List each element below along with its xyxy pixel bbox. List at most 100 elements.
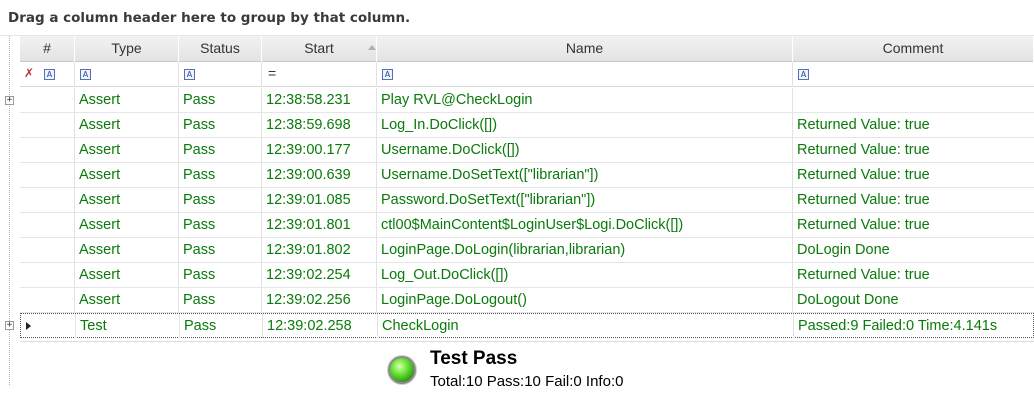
cell-comment[interactable]: DoLogout Done: [793, 288, 1034, 312]
filter-like-icon[interactable]: A: [382, 69, 393, 80]
cell-status[interactable]: Pass: [179, 288, 262, 312]
cell-type[interactable]: Test: [76, 314, 180, 338]
filter-like-icon[interactable]: A: [44, 69, 55, 80]
cell-name[interactable]: Password.DoSetText(["librarian"]): [377, 188, 793, 212]
cell-name[interactable]: Username.DoClick([]): [377, 138, 793, 162]
cell-comment[interactable]: Returned Value: true: [793, 138, 1034, 162]
cell-status[interactable]: Pass: [179, 213, 262, 237]
cell-name[interactable]: LoginPage.DoLogout(): [377, 288, 793, 312]
cell-num[interactable]: [20, 288, 75, 312]
cell-type[interactable]: Assert: [75, 113, 179, 137]
cell-num[interactable]: [20, 238, 75, 262]
table-row[interactable]: Assert Pass 12:38:59.698 Log_In.DoClick([])…: [20, 113, 1034, 138]
cell-comment[interactable]: DoLogin Done: [793, 238, 1034, 262]
cell-name[interactable]: Play RVL@CheckLogin: [377, 88, 793, 112]
pin-icon: ✗: [24, 66, 35, 80]
cell-status[interactable]: Pass: [180, 314, 263, 338]
cell-name[interactable]: CheckLogin: [378, 314, 794, 338]
cell-status[interactable]: Pass: [179, 138, 262, 162]
filter-like-icon[interactable]: A: [80, 69, 91, 80]
cell-comment[interactable]: Returned Value: true: [793, 263, 1034, 287]
cell-type[interactable]: Assert: [75, 163, 179, 187]
column-header-start[interactable]: Start: [262, 36, 377, 62]
cell-start[interactable]: 12:39:01.801: [262, 213, 377, 237]
cell-num[interactable]: [20, 138, 75, 162]
cell-start[interactable]: 12:39:02.254: [262, 263, 377, 287]
cell-start[interactable]: 12:39:01.802: [262, 238, 377, 262]
cell-type[interactable]: Assert: [75, 288, 179, 312]
cell-status[interactable]: Pass: [179, 163, 262, 187]
cell-start[interactable]: 12:39:02.258: [263, 314, 378, 338]
column-header-num[interactable]: #: [20, 36, 75, 62]
table-row[interactable]: Assert Pass 12:39:00.639 Username.DoSetText…: [20, 163, 1034, 188]
cell-start[interactable]: 12:38:59.698: [262, 113, 377, 137]
cell-num[interactable]: [20, 213, 75, 237]
summary-details: Total:10 Pass:10 Fail:0 Info:0: [430, 373, 624, 390]
filter-like-icon[interactable]: A: [184, 69, 195, 80]
cell-comment[interactable]: Returned Value: true: [793, 188, 1034, 212]
cell-status[interactable]: Pass: [179, 188, 262, 212]
cell-comment[interactable]: [793, 88, 1034, 112]
cell-num[interactable]: [20, 113, 75, 137]
table-row[interactable]: Test Pass 12:39:02.258 CheckLogin Passed:9 F…: [20, 313, 1034, 338]
cell-type[interactable]: Assert: [75, 263, 179, 287]
column-header-name[interactable]: Name: [377, 36, 793, 62]
cell-comment[interactable]: Returned Value: true: [793, 163, 1034, 187]
cell-start[interactable]: 12:39:01.085: [262, 188, 377, 212]
cell-type[interactable]: Assert: [75, 188, 179, 212]
table-row[interactable]: Assert Pass 12:38:58.231 Play RVL@CheckLogi…: [20, 88, 1034, 113]
table-row[interactable]: Assert Pass 12:39:02.254 Log_Out.DoClick([]…: [20, 263, 1034, 288]
expand-row-1-icon[interactable]: +: [5, 96, 14, 105]
cell-start[interactable]: 12:39:00.639: [262, 163, 377, 187]
filter-cell-type[interactable]: A: [75, 62, 179, 87]
table-row[interactable]: Assert Pass 12:39:01.801 ctl00$MainContent$…: [20, 213, 1034, 238]
tree-gutter: [0, 36, 20, 409]
cell-type[interactable]: Assert: [75, 213, 179, 237]
sort-ascending-icon: [368, 45, 376, 50]
filter-cell-start[interactable]: =: [262, 62, 377, 87]
column-header-type[interactable]: Type: [75, 36, 179, 62]
filter-cell-num[interactable]: ✗ A: [20, 62, 75, 87]
table-row[interactable]: Assert Pass 12:39:01.085 Password.DoSetText…: [20, 188, 1034, 213]
cell-num[interactable]: [20, 88, 75, 112]
column-header-comment[interactable]: Comment: [793, 36, 1034, 62]
cell-name[interactable]: Log_Out.DoClick([]): [377, 263, 793, 287]
cell-status[interactable]: Pass: [179, 263, 262, 287]
cell-status[interactable]: Pass: [179, 238, 262, 262]
group-by-panel[interactable]: Drag a column header here to group by th…: [0, 0, 1034, 36]
status-green-led-icon: [388, 356, 416, 384]
cell-name[interactable]: LoginPage.DoLogin(librarian,librarian): [377, 238, 793, 262]
cell-comment[interactable]: Returned Value: true: [793, 213, 1034, 237]
cell-name[interactable]: ctl00$MainContent$LoginUser$Logi.DoClick…: [377, 213, 793, 237]
filter-cell-name[interactable]: A: [377, 62, 793, 87]
cell-comment[interactable]: Passed:9 Failed:0 Time:4.141s: [794, 314, 1034, 338]
filter-like-icon[interactable]: A: [798, 69, 809, 80]
filter-cell-comment[interactable]: A: [793, 62, 1034, 87]
table-row[interactable]: Assert Pass 12:39:01.802 LoginPage.DoLogin(…: [20, 238, 1034, 263]
cell-num[interactable]: [20, 188, 75, 212]
cell-type[interactable]: Assert: [75, 138, 179, 162]
group-by-hint: Drag a column header here to group by th…: [8, 10, 411, 26]
column-header-status[interactable]: Status: [179, 36, 262, 62]
summary-title: Test Pass: [430, 348, 518, 369]
cell-type[interactable]: Assert: [75, 88, 179, 112]
table-row[interactable]: Assert Pass 12:39:02.256 LoginPage.DoLogout…: [20, 288, 1034, 313]
cell-name[interactable]: Log_In.DoClick([]): [377, 113, 793, 137]
results-grid[interactable]: # Type Status Start Name Comment ✗ A A A…: [20, 36, 1034, 409]
cell-num[interactable]: [20, 263, 75, 287]
cell-type[interactable]: Assert: [75, 238, 179, 262]
filter-cell-status[interactable]: A: [179, 62, 262, 87]
cell-start[interactable]: 12:39:00.177: [262, 138, 377, 162]
summary-footer: Test Pass Total:10 Pass:10 Fail:0 Info:0: [20, 341, 1034, 409]
cell-start[interactable]: 12:39:02.256: [262, 288, 377, 312]
cell-name[interactable]: Username.DoSetText(["librarian"]): [377, 163, 793, 187]
cell-start[interactable]: 12:38:58.231: [262, 88, 377, 112]
cell-comment[interactable]: Returned Value: true: [793, 113, 1034, 137]
cell-status[interactable]: Pass: [179, 88, 262, 112]
expand-row-10-icon[interactable]: +: [5, 321, 14, 330]
cell-status[interactable]: Pass: [179, 113, 262, 137]
filter-equals-operator[interactable]: =: [268, 65, 276, 81]
cell-num[interactable]: [20, 163, 75, 187]
table-row[interactable]: Assert Pass 12:39:00.177 Username.DoClick([…: [20, 138, 1034, 163]
column-header-row: # Type Status Start Name Comment: [20, 36, 1034, 62]
